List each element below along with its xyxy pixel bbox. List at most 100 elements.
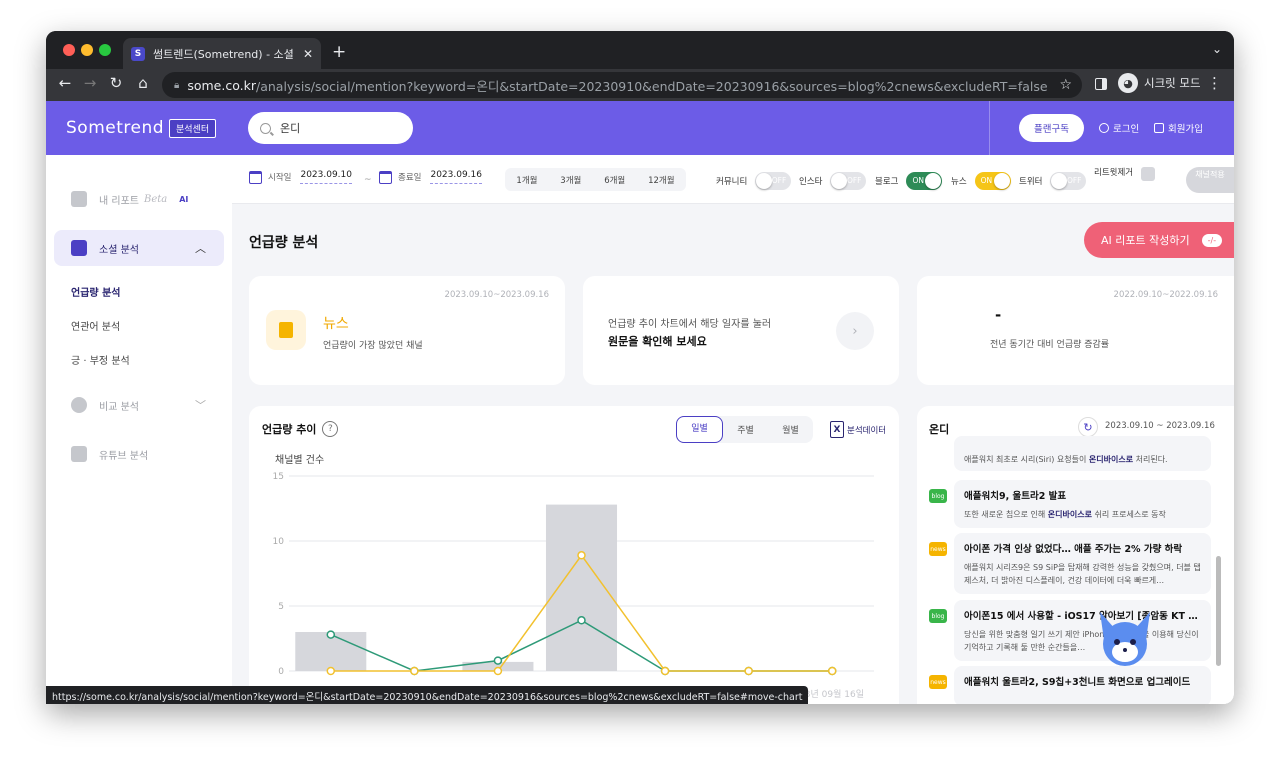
lock-icon: 🔒︎ bbox=[174, 79, 180, 91]
feed-item[interactable]: 애플워치 울트라2, S9칩+3천니트 화면으로 업그레이드 bbox=[954, 666, 1211, 704]
keyword-search-input[interactable] bbox=[280, 121, 390, 135]
sidebar-item-label: 내 리포트 bbox=[99, 195, 139, 207]
series-point bbox=[744, 666, 753, 676]
ai-report-label: AI 리포트 작성하기 bbox=[1101, 234, 1190, 247]
feed-keyword: 온디 bbox=[929, 423, 950, 436]
minimize-window-button[interactable] bbox=[81, 44, 93, 56]
tab-close-icon[interactable]: ✕ bbox=[303, 47, 313, 61]
sidebar-item-label: 유튜브 분석 bbox=[99, 450, 149, 462]
reload-icon[interactable]: ↻ bbox=[105, 74, 127, 92]
date-separator: ~ bbox=[364, 175, 372, 185]
chevron-right-icon[interactable]: › bbox=[836, 312, 874, 350]
back-icon[interactable]: ← bbox=[54, 74, 76, 92]
sidebar-subitem-related[interactable]: 연관어 분석 bbox=[71, 318, 120, 333]
feed-item-title: 아이폰 가격 인상 없었다… 애플 주가는 2% 가량 하락 bbox=[964, 544, 1183, 555]
top-channel-card: 2023.09.10~2023.09.16 뉴스 언급량이 가장 많았던 채널 bbox=[249, 276, 565, 385]
keyword-search[interactable] bbox=[248, 112, 413, 144]
web-page: Sometrend 분석센터 플랜구독 로그인 회원가입 내 리포트 Beta bbox=[46, 101, 1234, 704]
youtube-icon bbox=[71, 446, 87, 462]
feed-item[interactable]: 애플워치 최초로 시리(Siri) 요청들이 온디바이스로 처리된다. bbox=[954, 436, 1211, 471]
blog-toggle[interactable]: ON bbox=[906, 172, 943, 190]
site-logo[interactable]: Sometrend bbox=[66, 118, 164, 138]
end-date-value: 2023.09.16 bbox=[430, 170, 482, 184]
browser-tab[interactable]: S 썸트렌드(Sometrend) - 소셜 언급량 ✕ bbox=[123, 38, 321, 69]
y-tick-label: 15 bbox=[273, 472, 284, 482]
trend-chart-card: 언급량 추이 ? 일별 주별 월별 X 분석데이터 채널별 건수 0 5 10 15 2… bbox=[249, 406, 899, 704]
incognito-icon: ◕ bbox=[1118, 73, 1138, 93]
series-point bbox=[827, 666, 837, 676]
start-date-picker[interactable]: 시작일 2023.09.10 bbox=[249, 170, 352, 184]
toggle-state: OFF bbox=[1066, 176, 1082, 185]
sidebar: 내 리포트 Beta AI 소셜 분석 ︿ 언급량 분석 연관어 분석 긍 · … bbox=[46, 155, 232, 704]
ai-report-button[interactable]: AI 리포트 작성하기 -/- bbox=[1084, 222, 1234, 258]
pie-chart-icon bbox=[71, 397, 87, 413]
signup-link[interactable]: 회원가입 bbox=[1154, 121, 1203, 135]
zoom-window-button[interactable] bbox=[99, 44, 111, 56]
instagram-toggle[interactable]: OFF bbox=[830, 172, 867, 190]
bookmark-star-icon[interactable]: ☆ bbox=[1059, 77, 1072, 93]
period-1m-button[interactable]: 1개월 bbox=[516, 174, 537, 186]
tab-list-chevron-icon[interactable]: ⌄ bbox=[1212, 42, 1222, 56]
source-label: 인스타 bbox=[799, 177, 823, 187]
sidebar-subitem-mention[interactable]: 언급량 분석 bbox=[71, 284, 120, 299]
address-bar[interactable]: 🔒︎ some.co.kr /analysis/social/mention?k… bbox=[162, 72, 1082, 98]
beta-label: Beta bbox=[143, 193, 168, 205]
mention-feed-card: 온디 ↻ 2023.09.10 ~ 2023.09.16 애플워치 최초로 시리… bbox=[917, 406, 1234, 704]
retweet-remove-label: 리트윗제거 bbox=[1094, 168, 1134, 178]
forward-icon[interactable]: → bbox=[79, 74, 101, 92]
mascot-chat-icon[interactable] bbox=[1092, 610, 1158, 670]
sidebar-item-my-report[interactable]: 내 리포트 Beta AI bbox=[54, 181, 224, 217]
login-link[interactable]: 로그인 bbox=[1099, 121, 1139, 135]
incognito-indicator[interactable]: ◕ 시크릿 모드 bbox=[1118, 73, 1201, 93]
sidebar-item-social[interactable]: 소셜 분석 ︿ bbox=[54, 230, 224, 266]
browser-menu-icon[interactable]: ⋮ bbox=[1207, 74, 1222, 92]
y-tick-label: 0 bbox=[278, 667, 284, 677]
feed-item[interactable]: 아이폰15 에서 사용할 - iOS17 알아보기 [종암동 KT … 당신을 … bbox=[954, 600, 1211, 661]
close-window-button[interactable] bbox=[63, 44, 75, 56]
feed-scrollbar[interactable] bbox=[1216, 556, 1221, 666]
hint-card[interactable]: 언급량 추이 차트에서 해당 일자를 눌러 원문을 확인해 보세요 › bbox=[583, 276, 899, 385]
sidebar-item-youtube[interactable]: 유튜브 분석 bbox=[54, 436, 224, 472]
card-date-range: 2023.09.10~2023.09.16 bbox=[444, 290, 549, 300]
yoy-card: 2022.09.10~2022.09.16 - 전년 동기간 대비 언급량 증감… bbox=[917, 276, 1234, 385]
series-point bbox=[493, 666, 503, 676]
period-3m-button[interactable]: 3개월 bbox=[560, 174, 581, 186]
trend-chart[interactable]: 0510152023년 09월 16일 bbox=[249, 406, 899, 704]
series-point bbox=[326, 666, 336, 676]
browser-toolbar: ← → ↻ ⌂ 🔒︎ some.co.kr /analysis/social/m… bbox=[46, 69, 1234, 101]
refresh-icon[interactable]: ↻ bbox=[1078, 417, 1098, 437]
news-toggle[interactable]: ON bbox=[974, 172, 1011, 190]
y-tick-label: 5 bbox=[278, 602, 284, 612]
series-point bbox=[410, 666, 419, 676]
twitter-toggle[interactable]: OFF bbox=[1050, 172, 1087, 190]
hint-line-1: 언급량 추이 차트에서 해당 일자를 눌러 bbox=[608, 319, 772, 330]
ai-report-count: -/- bbox=[1201, 233, 1223, 247]
plan-subscribe-button[interactable]: 플랜구독 bbox=[1019, 114, 1084, 142]
series-point bbox=[493, 656, 503, 665]
retweet-remove-checkbox[interactable] bbox=[1141, 167, 1155, 181]
analysis-center-badge[interactable]: 분석센터 bbox=[169, 119, 217, 138]
chevron-up-icon: ︿ bbox=[195, 242, 206, 255]
source-label: 커뮤니티 bbox=[716, 177, 748, 187]
feed-item[interactable]: 아이폰 가격 인상 없었다… 애플 주가는 2% 가량 하락 애플워치 시리즈9… bbox=[954, 533, 1211, 594]
community-toggle[interactable]: OFF bbox=[755, 172, 792, 190]
source-label: 트위터 bbox=[1019, 177, 1043, 187]
feed-item-title: 애플워치 울트라2, S9칩+3천니트 화면으로 업그레이드 bbox=[964, 677, 1191, 688]
end-date-picker[interactable]: 종료일 2023.09.16 bbox=[379, 170, 482, 184]
news-channel-icon bbox=[266, 310, 306, 350]
source-blog: 블로그 ON bbox=[875, 172, 943, 190]
sidebar-item-compare[interactable]: 비교 분석 ﹀ bbox=[54, 387, 224, 423]
yoy-value: - bbox=[995, 306, 1002, 324]
period-12m-button[interactable]: 12개월 bbox=[648, 174, 674, 186]
feed-item[interactable]: 애플워치9, 울트라2 발표 또한 새로운 칩으로 인해 온디바이스로 쉬리 프… bbox=[954, 480, 1211, 528]
news-badge-icon: news bbox=[929, 675, 947, 689]
new-tab-icon[interactable]: + bbox=[332, 42, 346, 62]
sidebar-subitem-sentiment[interactable]: 긍 · 부정 분석 bbox=[71, 352, 130, 367]
home-icon[interactable]: ⌂ bbox=[132, 74, 154, 92]
side-panel-icon[interactable] bbox=[1095, 78, 1107, 90]
period-6m-button[interactable]: 6개월 bbox=[604, 174, 625, 186]
feed-item-desc: 애플워치 최초로 시리(Siri) 요청들이 온디바이스로 처리된다. bbox=[964, 455, 1168, 464]
apply-channel-button[interactable]: 채널적용 bbox=[1186, 167, 1234, 193]
incognito-label: 시크릿 모드 bbox=[1144, 76, 1201, 90]
yoy-caption: 전년 동기간 대비 언급량 증감률 bbox=[990, 340, 1110, 350]
